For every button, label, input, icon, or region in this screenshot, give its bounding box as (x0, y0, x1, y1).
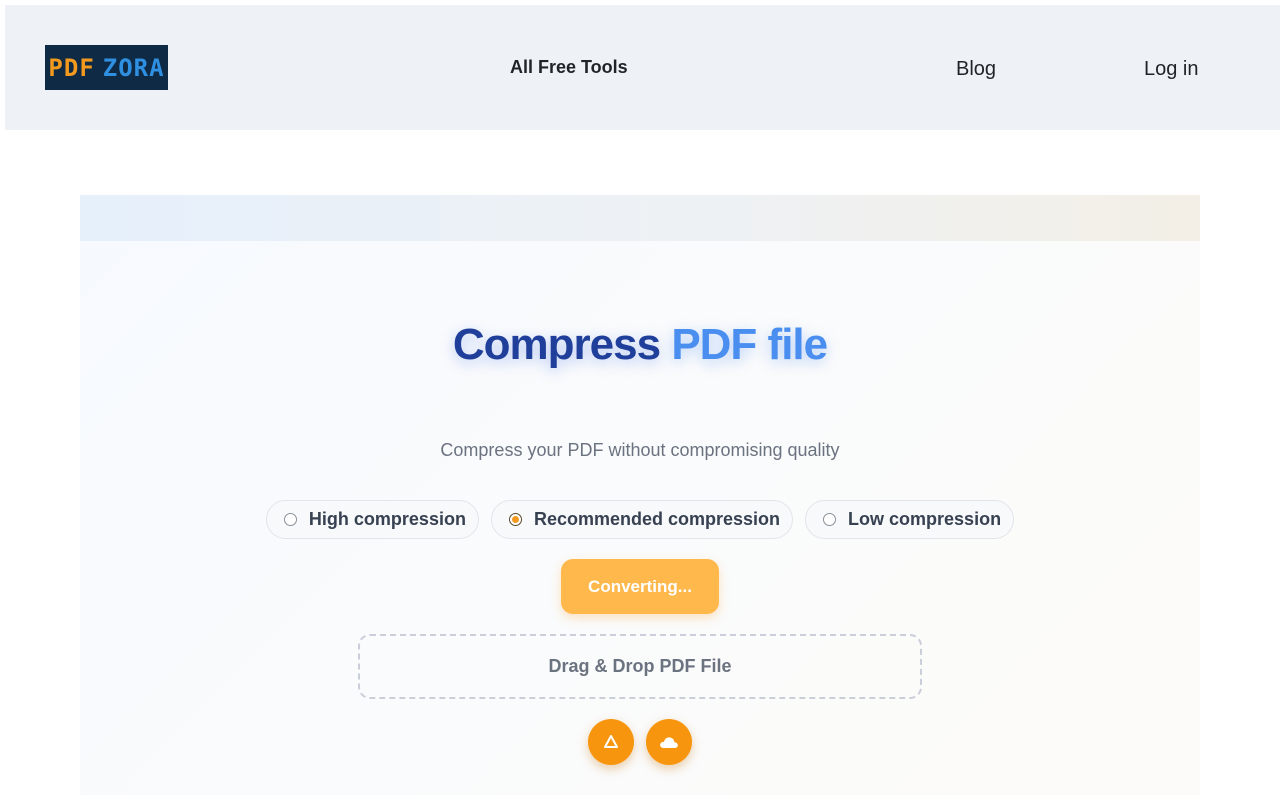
radio-low-compression[interactable] (823, 513, 837, 526)
cloud-icon (660, 737, 678, 748)
radio-high-compression[interactable] (283, 513, 297, 526)
radio-recommended-compression[interactable] (508, 513, 522, 526)
cloud-upload-button[interactable] (646, 719, 692, 765)
option-low-compression[interactable]: Low compression (805, 500, 1015, 539)
logo-text-zora: ZORA (102, 53, 165, 82)
logo-text-pdf: PDF (48, 53, 95, 82)
card-top-strip (80, 195, 1200, 241)
nav-login[interactable]: Log in (1144, 58, 1199, 81)
nav-all-free-tools[interactable]: All Free Tools (510, 57, 628, 78)
pdf-dropzone[interactable]: Drag & Drop PDF File (358, 634, 922, 699)
nav-blog[interactable]: Blog (956, 58, 996, 81)
option-high-compression[interactable]: High compression (265, 500, 479, 539)
option-label: High compression (308, 509, 466, 529)
pdf-zora-logo[interactable]: PDF ZORA (45, 45, 168, 90)
page-subtitle: Compress your PDF without compromising q… (440, 440, 840, 460)
option-label: Low compression (848, 509, 1002, 529)
compress-tool-card: Compress PDF file Compress your PDF with… (80, 195, 1200, 795)
compression-options: High compression Recommended compression… (80, 500, 1200, 539)
top-navigation-bar: PDF ZORA All Free Tools Blog Log in (5, 5, 1280, 130)
page-title: Compress PDF file (80, 320, 1200, 370)
option-label: Recommended compression (533, 509, 781, 529)
page-title-part1: Compress (452, 320, 661, 369)
page-title-part2: PDF file (671, 320, 828, 369)
option-recommended-compression[interactable]: Recommended compression (490, 500, 794, 539)
convert-button[interactable]: Converting... (561, 559, 719, 614)
google-drive-icon (604, 735, 618, 748)
google-drive-button[interactable] (588, 719, 634, 765)
